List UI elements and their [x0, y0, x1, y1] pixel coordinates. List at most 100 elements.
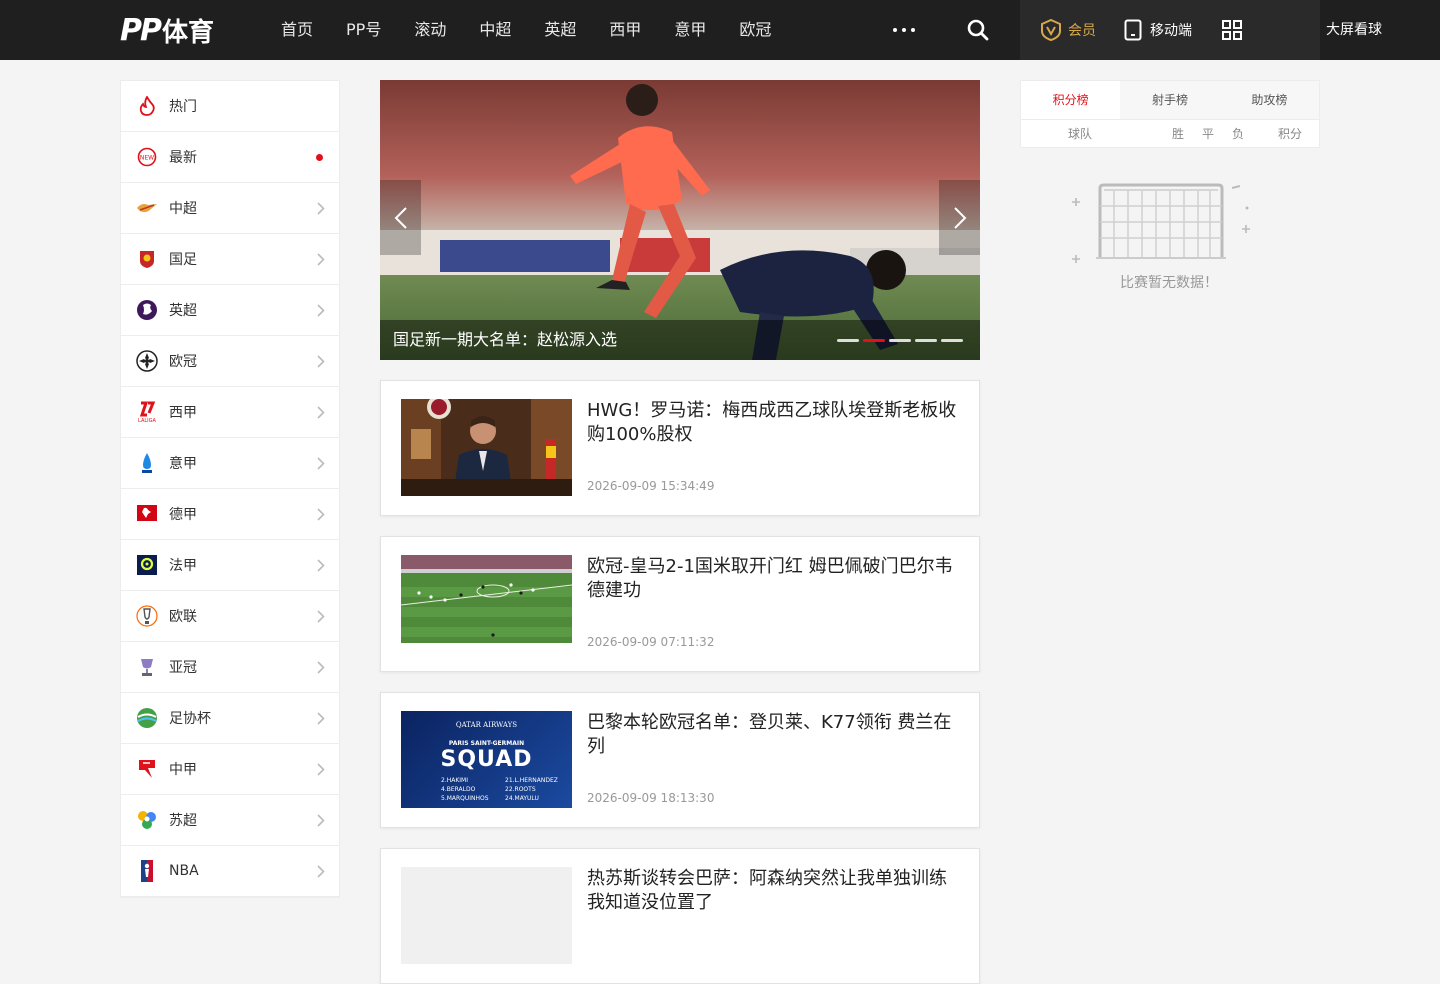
- sidebar-item-suchao[interactable]: 苏超: [121, 795, 339, 846]
- news-title[interactable]: 巴黎本轮欧冠名单：登贝莱、K77领衔 费兰在列: [587, 711, 957, 759]
- vip-label: 会员: [1068, 23, 1096, 39]
- nav-item-serie-a[interactable]: 意甲: [674, 0, 706, 60]
- main-nav: 首页 PP号 滚动 中超 英超 西甲 意甲 欧冠: [281, 0, 804, 60]
- nba-icon: [136, 860, 158, 882]
- sidebar-item-hot[interactable]: 热门: [121, 81, 339, 132]
- tab-top-assists[interactable]: 助攻榜: [1220, 81, 1319, 119]
- new-badge-icon: NEW: [136, 146, 158, 168]
- chevron-right-icon: [317, 814, 325, 827]
- champions-league-icon: [136, 350, 158, 372]
- tab-top-scorers[interactable]: 射手榜: [1120, 81, 1219, 119]
- sidebar-item-laliga[interactable]: LALIGA 西甲: [121, 387, 339, 438]
- sidebar-item-europa-league[interactable]: 欧联: [121, 591, 339, 642]
- player-name: 4.BERALDO: [441, 786, 476, 793]
- standings-tabs: 积分榜 射手榜 助攻榜: [1021, 81, 1319, 120]
- big-screen-link[interactable]: 大屏看球: [1326, 0, 1382, 60]
- nav-item-csl[interactable]: 中超: [479, 0, 511, 60]
- chevron-right-icon: [317, 457, 325, 470]
- sidebar-item-bundesliga[interactable]: 德甲: [121, 489, 339, 540]
- player-name: 24.MAYULU: [505, 795, 539, 802]
- squad-heading: SQUAD: [440, 747, 533, 772]
- carousel-next-button[interactable]: [939, 180, 980, 255]
- news-title[interactable]: HWG！罗马诺：梅西成西乙球队埃登斯老板收购100%股权: [587, 399, 957, 447]
- nav-item-scroll[interactable]: 滚动: [414, 0, 446, 60]
- more-menu-icon[interactable]: [893, 22, 915, 38]
- news-title[interactable]: 热苏斯谈转会巴萨：阿森纳突然让我单独训练我知道没位置了: [587, 867, 957, 915]
- news-thumbnail-placeholder: [401, 867, 572, 964]
- carousel-dot[interactable]: [915, 339, 937, 342]
- chevron-right-icon: [317, 508, 325, 521]
- chevron-left-icon: [394, 206, 407, 229]
- sidebar-item-epl[interactable]: 英超: [121, 285, 339, 336]
- sidebar-item-nba[interactable]: NBA: [121, 846, 339, 897]
- news-thumbnail: [401, 555, 572, 652]
- news-time: 2026-09-09 15:34:49: [587, 479, 715, 493]
- sidebar-item-csl[interactable]: 中超: [121, 183, 339, 234]
- hero-image: [380, 80, 980, 360]
- sidebar-item-fa-cup[interactable]: 足协杯: [121, 693, 339, 744]
- sidebar-item-national-team[interactable]: 国足: [121, 234, 339, 285]
- unread-dot: [316, 154, 323, 161]
- news-card[interactable]: QATAR AIRWAYS PARIS SAINT-GERMAIN SQUAD …: [380, 692, 980, 828]
- europa-league-icon: [136, 605, 158, 627]
- carousel-prev-button[interactable]: [380, 180, 421, 255]
- mobile-app-button[interactable]: 移动端: [1124, 18, 1192, 42]
- standings-header: 球队 胜 平 负 积分: [1021, 120, 1319, 148]
- chevron-right-icon: [317, 865, 325, 878]
- chevron-right-icon: [317, 712, 325, 725]
- sidebar-item-ligue1[interactable]: 法甲: [121, 540, 339, 591]
- tab-standings[interactable]: 积分榜: [1021, 81, 1121, 119]
- nav-item-home[interactable]: 首页: [281, 0, 313, 60]
- carousel-dot[interactable]: [863, 339, 885, 342]
- league-sidebar: 热门 NEW 最新 中超 国足 英超 欧冠 LALIGA 西甲 意甲 德甲 法甲…: [120, 80, 340, 898]
- carousel-indicators: [837, 339, 967, 342]
- column-wins: 胜: [1172, 127, 1185, 141]
- chevron-right-icon: [953, 206, 966, 229]
- empty-data-message: 比赛暂无数据！: [1120, 275, 1218, 291]
- chevron-right-icon: [317, 304, 325, 317]
- svg-text:LALIGA: LALIGA: [138, 418, 156, 423]
- fire-icon: [136, 95, 158, 117]
- news-card[interactable]: HWG！罗马诺：梅西成西乙球队埃登斯老板收购100%股权 2026-09-09 …: [380, 380, 980, 516]
- vip-button[interactable]: 会员: [1040, 18, 1096, 42]
- svg-text:NEW: NEW: [140, 155, 154, 162]
- nav-item-pp-account[interactable]: PP号: [346, 0, 381, 60]
- column-draws: 平: [1202, 127, 1215, 141]
- mobile-phone-icon: [1124, 19, 1142, 41]
- news-title[interactable]: 欧冠-皇马2-1国米取开门红 姆巴佩破门巴尔韦德建功: [587, 555, 957, 603]
- bundesliga-icon: [136, 503, 158, 525]
- news-card[interactable]: 欧冠-皇马2-1国米取开门红 姆巴佩破门巴尔韦德建功 2026-09-09 07…: [380, 536, 980, 672]
- chevron-right-icon: [317, 202, 325, 215]
- nav-item-epl[interactable]: 英超: [544, 0, 576, 60]
- carousel-dot[interactable]: [889, 339, 911, 342]
- site-logo[interactable]: PP 体育: [120, 13, 214, 48]
- search-icon[interactable]: [966, 18, 990, 42]
- news-time: 2026-09-09 18:13:30: [587, 791, 715, 805]
- carousel-dot[interactable]: [837, 339, 859, 342]
- sidebar-item-china-league-one[interactable]: 中甲: [121, 744, 339, 795]
- nav-item-laliga[interactable]: 西甲: [609, 0, 641, 60]
- column-losses: 负: [1232, 127, 1245, 141]
- sidebar-item-ucl[interactable]: 欧冠: [121, 336, 339, 387]
- standings-panel: 积分榜 射手榜 助攻榜 球队 胜 平 负 积分: [1020, 80, 1320, 148]
- carousel-title[interactable]: 国足新一期大名单：赵松源入选: [393, 320, 617, 360]
- sidebar-item-afc[interactable]: 亚冠: [121, 642, 339, 693]
- nav-item-ucl[interactable]: 欧冠: [739, 0, 771, 60]
- news-card[interactable]: 热苏斯谈转会巴萨：阿森纳突然让我单独训练我知道没位置了: [380, 848, 980, 984]
- chevron-right-icon: [317, 661, 325, 674]
- csl-logo-icon: [136, 197, 158, 219]
- suchao-icon: [136, 809, 158, 831]
- china-league-one-icon: [136, 758, 158, 780]
- chevron-right-icon: [317, 406, 325, 419]
- hero-carousel[interactable]: 国足新一期大名单：赵松源入选: [380, 80, 980, 360]
- chevron-right-icon: [317, 763, 325, 776]
- carousel-dot[interactable]: [941, 339, 963, 342]
- carousel-caption: 国足新一期大名单：赵松源入选: [380, 320, 980, 360]
- apps-grid-icon[interactable]: [1222, 20, 1242, 40]
- player-name: 5.MARQUINHOS: [441, 795, 489, 802]
- sidebar-item-latest[interactable]: NEW 最新: [121, 132, 339, 183]
- player-name: 21.L.HERNANDEZ: [505, 777, 558, 784]
- mobile-label: 移动端: [1150, 23, 1192, 39]
- china-team-icon: [136, 248, 158, 270]
- sidebar-item-serie-a[interactable]: 意甲: [121, 438, 339, 489]
